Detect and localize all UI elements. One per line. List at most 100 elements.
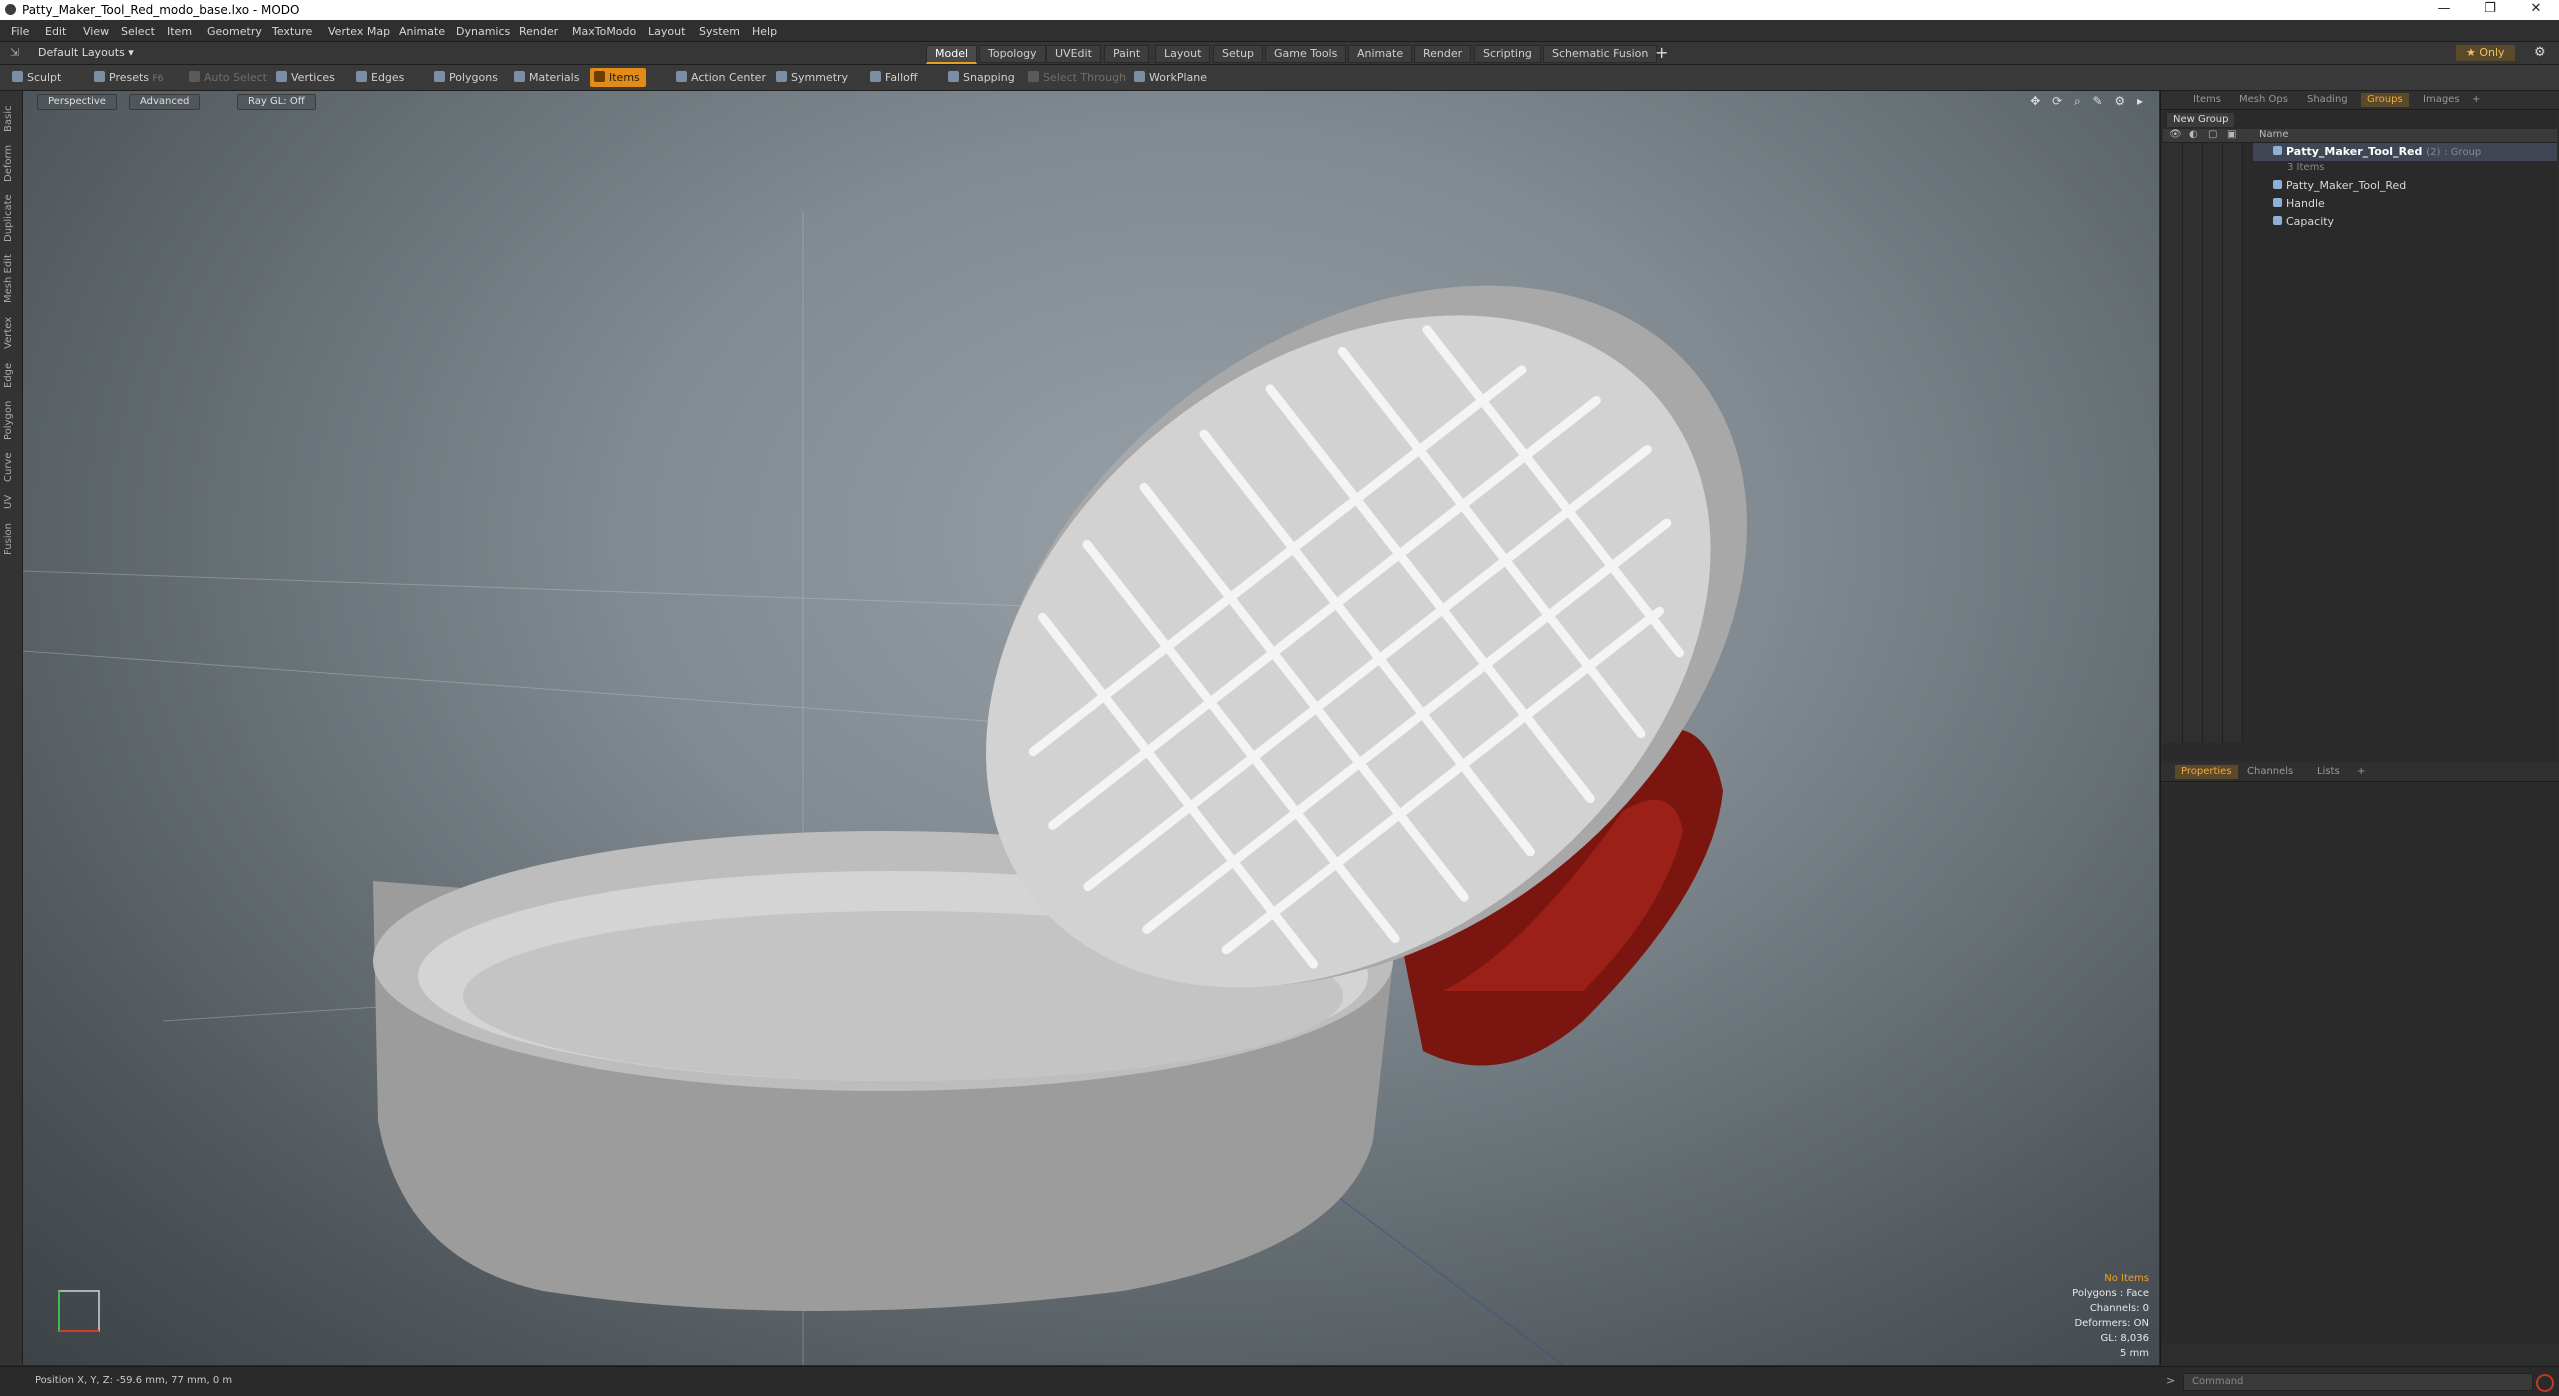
auto-select-button[interactable]: Auto Select [185,68,273,87]
layout-pin-icon[interactable]: ⇲ [10,46,19,59]
select-icon[interactable]: ▣ [2227,129,2236,140]
menu-animate[interactable]: Animate [399,25,445,38]
list-item-capacity[interactable]: Capacity [2253,213,2559,231]
vtab-basic[interactable]: Basic [3,103,19,135]
sculpt-icon [12,71,23,82]
command-input[interactable]: Command [2183,1373,2533,1391]
select-through-button[interactable]: Select Through [1024,68,1132,87]
tab-mesh-ops[interactable]: Mesh Ops [2233,93,2294,107]
tab-images[interactable]: Images [2417,93,2466,107]
only-button[interactable]: ★ Only [2456,45,2515,61]
menu-system[interactable]: System [699,25,740,38]
menu-dynamics[interactable]: Dynamics [456,25,510,38]
sculpt-button[interactable]: Sculpt [8,68,67,87]
tab-schematic-fusion[interactable]: Schematic Fusion [1543,45,1658,63]
visibility-eye-icon[interactable]: 👁 [2169,129,2182,140]
3d-viewport[interactable]: Perspective Advanced Ray GL: Off ✥ ⟳ ⌕ ✎… [23,91,2159,1365]
title-bar: Patty_Maker_Tool_Red_modo_base.lxo - MOD… [0,0,2559,20]
menu-item[interactable]: Item [167,25,192,38]
tab-scripting[interactable]: Scripting [1474,45,1541,63]
new-group-button[interactable]: New Group [2167,113,2235,127]
record-icon[interactable] [2536,1374,2554,1392]
vtab-mesh-edit[interactable]: Mesh Edit [3,251,19,307]
items-button[interactable]: Items [590,68,646,87]
list-item-handle[interactable]: Handle [2253,195,2559,213]
tab-lists[interactable]: Lists [2311,765,2346,779]
add-layout-icon[interactable]: + [1655,43,1668,62]
menu-vertex-map[interactable]: Vertex Map [328,25,390,38]
menu-layout[interactable]: Layout [648,25,685,38]
add-tab-icon[interactable]: + [2466,93,2486,107]
tab-topology[interactable]: Topology [979,45,1046,63]
tab-properties[interactable]: Properties [2175,765,2238,779]
polygons-icon [434,71,445,82]
vtab-duplicate[interactable]: Duplicate [3,191,19,245]
menu-geometry[interactable]: Geometry [207,25,262,38]
presets-button[interactable]: Presets F6 [90,68,169,87]
tab-setup[interactable]: Setup [1213,45,1264,63]
tab-items[interactable]: Items [2187,93,2227,107]
action-center-button[interactable]: Action Center [672,68,772,87]
position-readout: Position X, Y, Z: -59.6 mm, 77 mm, 0 m [35,1375,233,1386]
menu-maxtomodo[interactable]: MaxToModo [572,25,636,38]
menu-texture[interactable]: Texture [272,25,312,38]
menu-render[interactable]: Render [519,25,558,38]
vertices-button[interactable]: Vertices [272,68,341,87]
layout-selector[interactable]: Default Layouts ▾ [38,46,134,59]
capacity-mesh-icon [2273,216,2282,225]
layout-bar: ⇲ Default Layouts ▾ Model Topology UVEdi… [0,42,2559,65]
window-title: Patty_Maker_Tool_Red_modo_base.lxo - MOD… [22,3,300,17]
list-item-mesh[interactable]: Patty_Maker_Tool_Red [2253,177,2559,195]
materials-button[interactable]: Materials [510,68,585,87]
items-icon [594,71,605,82]
viewport-stats: No Items Polygons : Face Channels: 0 Def… [2072,1271,2149,1361]
menu-file[interactable]: File [11,25,29,38]
vtab-deform[interactable]: Deform [3,141,19,185]
tab-model[interactable]: Model [926,45,978,64]
snapping-button[interactable]: Snapping [944,68,1021,87]
lock-icon[interactable]: ▢ [2208,129,2217,140]
groups-panel: New Group 👁 ◐ ▢ ▣ Name Patty_Maker_Tool_… [2163,111,2557,761]
visibility-columns [2163,143,2253,743]
right-panel: Items Mesh Ops Shading Groups Images + N… [2160,91,2559,1365]
tab-groups[interactable]: Groups [2361,93,2409,107]
menu-bar: File Edit View Select Item Geometry Text… [0,20,2559,42]
vtab-curve[interactable]: Curve [3,449,19,485]
tab-layout[interactable]: Layout [1155,45,1211,63]
maximize-button[interactable]: ❐ [2467,1,2513,19]
symmetry-button[interactable]: Symmetry [772,68,854,87]
tab-render[interactable]: Render [1414,45,1472,63]
minimize-button[interactable]: — [2421,1,2467,19]
render-icon[interactable]: ◐ [2189,129,2198,140]
close-button[interactable]: ✕ [2513,1,2559,19]
name-column-header[interactable]: Name [2259,129,2289,140]
add-bottom-tab-icon[interactable]: + [2351,765,2371,779]
menu-view[interactable]: View [83,25,109,38]
mesh-icon [2273,180,2282,189]
group-icon [2273,146,2282,155]
tab-shading[interactable]: Shading [2301,93,2354,107]
action-center-icon [676,71,687,82]
tab-channels[interactable]: Channels [2241,765,2299,779]
modo-app-icon [5,4,16,15]
menu-edit[interactable]: Edit [45,25,66,38]
falloff-button[interactable]: Falloff [866,68,923,87]
vtab-fusion[interactable]: Fusion [3,519,19,559]
properties-panel [2161,783,2559,1343]
vtab-edge[interactable]: Edge [3,359,19,391]
polygons-button[interactable]: Polygons [430,68,504,87]
edges-button[interactable]: Edges [352,68,410,87]
vtab-polygon[interactable]: Polygon [3,397,19,443]
tab-paint[interactable]: Paint [1104,45,1150,63]
tab-animate[interactable]: Animate [1348,45,1413,63]
snapping-icon [948,71,959,82]
tab-game-tools[interactable]: Game Tools [1265,45,1347,63]
vtab-uv[interactable]: UV [3,491,19,513]
tab-uvedit[interactable]: UVEdit [1046,45,1101,63]
menu-select[interactable]: Select [121,25,155,38]
menu-help[interactable]: Help [752,25,777,38]
select-through-icon [1028,71,1039,82]
vtab-vertex[interactable]: Vertex [3,313,19,353]
layout-gear-icon[interactable]: ⚙ [2534,45,2546,60]
workplane-button[interactable]: WorkPlane [1130,68,1213,87]
